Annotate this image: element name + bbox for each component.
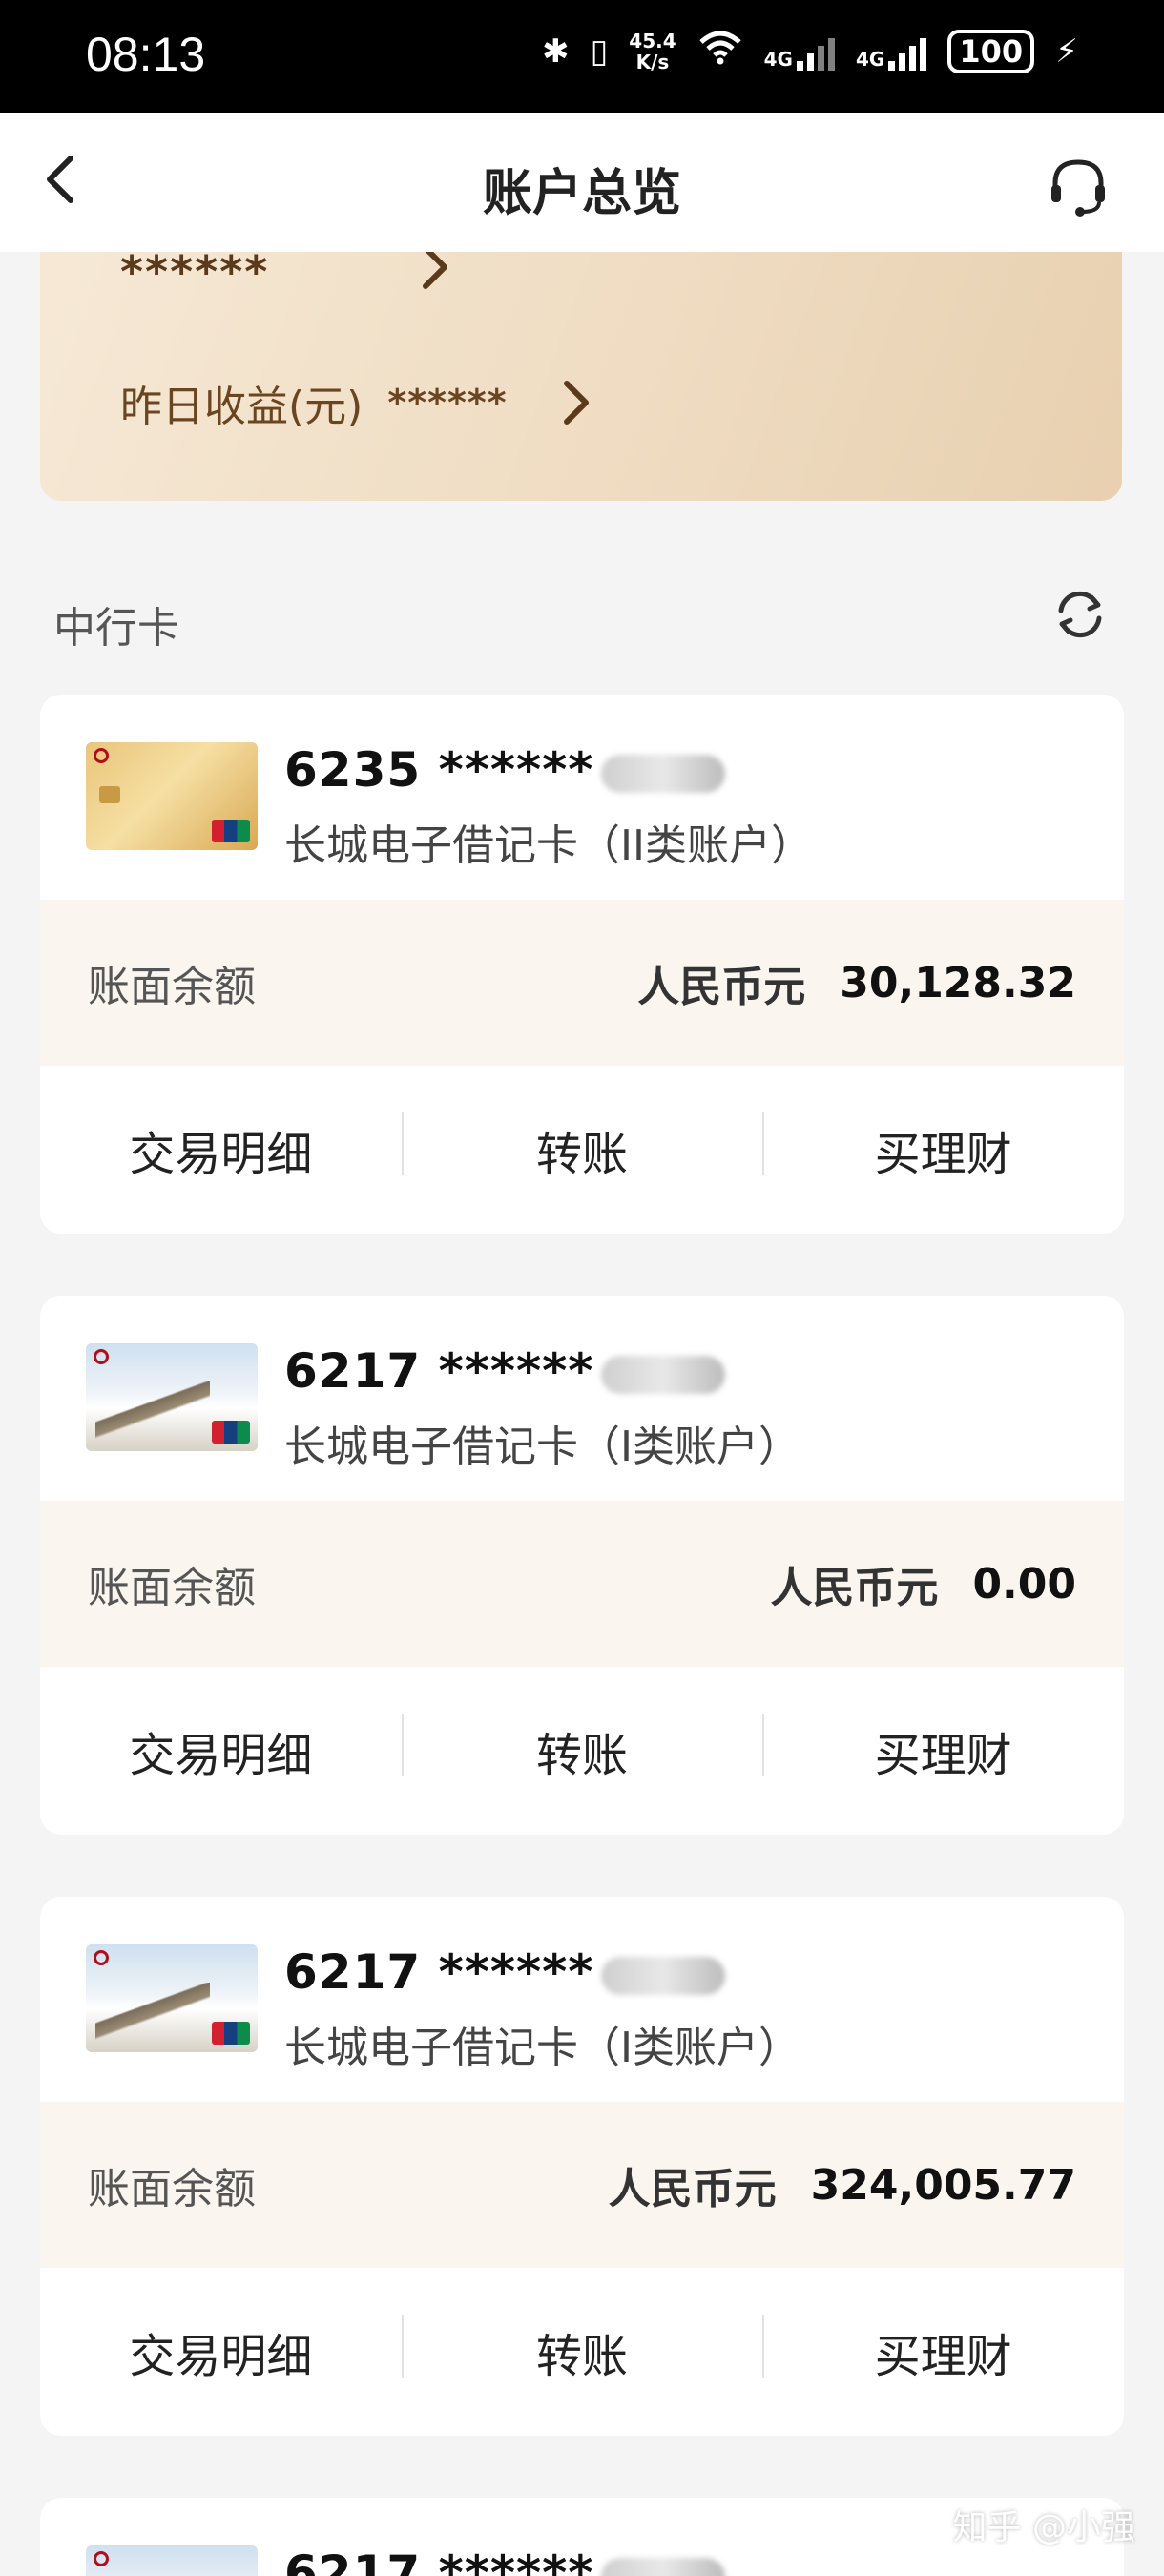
card-header: 6217 ****** 长城电子借记卡（I类账户） [40,1296,1124,1501]
account-card[interactable]: 6217 ****** 长城电子借记卡（I类账户） 账面余额 人民币元 324,… [40,1897,1124,2436]
card-type: 长城电子借记卡（I类账户） [284,1423,800,1471]
blurred-digits [601,1956,726,1995]
network-speed-unit: K/s [635,50,670,73]
page-title: 账户总览 [482,165,681,222]
balance-amount: 324,005.77 [810,2160,1076,2210]
status-icons: ✱ ▯ 45.4 K/s 4G 4G 100 ⚡ [542,29,1078,73]
great-wall-graphic [95,1983,210,2040]
card-number: 6217 ****** [284,2545,726,2576]
balance-amount: 30,128.32 [840,958,1076,1008]
card-chip-icon [99,786,120,803]
charging-icon: ⚡ [1055,31,1078,71]
bank-logo-icon [94,748,113,763]
unionpay-logo-icon [212,1421,250,1444]
masked-total: ****** [120,246,270,298]
blurred-digits [601,2557,726,2576]
card-type: 长城电子借记卡（I类账户） [284,2024,800,2072]
bluetooth-icon: ✱ [542,31,570,71]
card-image [86,1343,258,1451]
card-number: 6235 ****** [284,742,726,798]
transaction-details-button[interactable]: 交易明细 [40,1116,402,1183]
card-type: 长城电子借记卡（II类账户） [284,821,813,870]
card-number: 6217 ****** [284,1944,726,2000]
balance-currency: 人民币元 [637,963,806,1011]
blurred-digits [601,754,726,793]
transfer-button[interactable]: 转账 [401,1714,763,1784]
wifi-icon [697,29,743,73]
buy-wealth-product-button[interactable]: 买理财 [762,1112,1124,1183]
transfer-button[interactable]: 转账 [401,1112,763,1183]
signal-1: 4G [764,32,835,71]
signal-1-label: 4G [763,47,793,71]
yesterday-earnings-label: 昨日收益(元) [120,383,364,431]
section-title: 中行卡 [53,604,179,653]
buy-wealth-product-button[interactable]: 买理财 [762,2315,1124,2385]
unionpay-logo-icon [212,820,250,842]
card-image [86,1944,258,2052]
buy-wealth-product-button[interactable]: 买理财 [762,1714,1124,1784]
balance-label: 账面余额 [88,1564,256,1612]
status-time: 08:13 [86,28,206,81]
card-number: 6217 ****** [284,1343,726,1399]
blurred-digits [601,1355,726,1394]
nav-bar: 账户总览 [0,113,1164,252]
card-image [86,742,258,850]
account-card[interactable]: 6217 ****** 长城电子借记卡（I类账户） 账面余额 人民币元 0.00… [40,1296,1124,1835]
bank-logo-icon [94,2551,113,2566]
balance-row: 账面余额 人民币元 0.00 [40,1501,1124,1667]
signal-2-label: 4G [855,47,885,71]
transfer-button[interactable]: 转账 [401,2315,763,2385]
card-actions: 交易明细 转账 买理财 [40,1667,1124,1835]
card-header: 6235 ****** 长城电子借记卡（II类账户） [40,695,1124,900]
chevron-right-icon [563,381,589,425]
watermark: 知乎 @小强 [952,2508,1135,2547]
card-actions: 交易明细 转账 买理财 [40,1066,1124,1234]
bank-logo-icon [94,1950,113,1965]
signal-bars-icon [888,32,927,71]
balance-label: 账面余额 [88,2165,256,2213]
transaction-details-button[interactable]: 交易明细 [40,1717,402,1784]
network-speed: 45.4 K/s [629,31,676,73]
balance-currency: 人民币元 [608,2165,777,2213]
transaction-details-button[interactable]: 交易明细 [40,2318,402,2385]
vibrate-icon: ▯ [590,31,609,71]
card-image [86,2545,258,2576]
refresh-icon[interactable] [1050,584,1111,645]
yesterday-earnings-row[interactable]: 昨日收益(元) ****** [120,372,599,433]
card-number-text: 6217 ****** [284,1343,594,1399]
balance-row: 账面余额 人民币元 30,128.32 [40,900,1124,1066]
balance-amount: 0.00 [972,1559,1076,1609]
signal-bars-icon [796,32,835,71]
account-card[interactable]: 6235 ****** 长城电子借记卡（II类账户） 账面余额 人民币元 30,… [40,695,1124,1234]
card-actions: 交易明细 转账 买理财 [40,2268,1124,2436]
card-header: 6217 ****** 长城电子借记卡（I类账户） [40,1897,1124,2102]
earnings-banner: ****** 昨日收益(元) ****** [40,210,1122,501]
yesterday-earnings-value: ****** [387,382,508,424]
battery-indicator: 100 [947,29,1035,73]
card-number-text: 6217 ****** [284,1944,594,2000]
customer-service-icon[interactable] [1044,151,1112,219]
great-wall-graphic [95,1381,210,1439]
card-number-text: 6217 ****** [284,2545,594,2576]
signal-2: 4G [855,32,927,71]
balance-row: 账面余额 人民币元 324,005.77 [40,2102,1124,2268]
status-bar: 08:13 ✱ ▯ 45.4 K/s 4G 4G 100 ⚡ [0,0,1164,113]
network-speed-value: 45.4 [629,29,676,52]
balance-currency: 人民币元 [770,1564,939,1612]
balance-label: 账面余额 [88,963,256,1011]
card-number-text: 6235 ****** [284,742,594,798]
bank-logo-icon [94,1349,113,1364]
unionpay-logo-icon [212,2022,250,2045]
